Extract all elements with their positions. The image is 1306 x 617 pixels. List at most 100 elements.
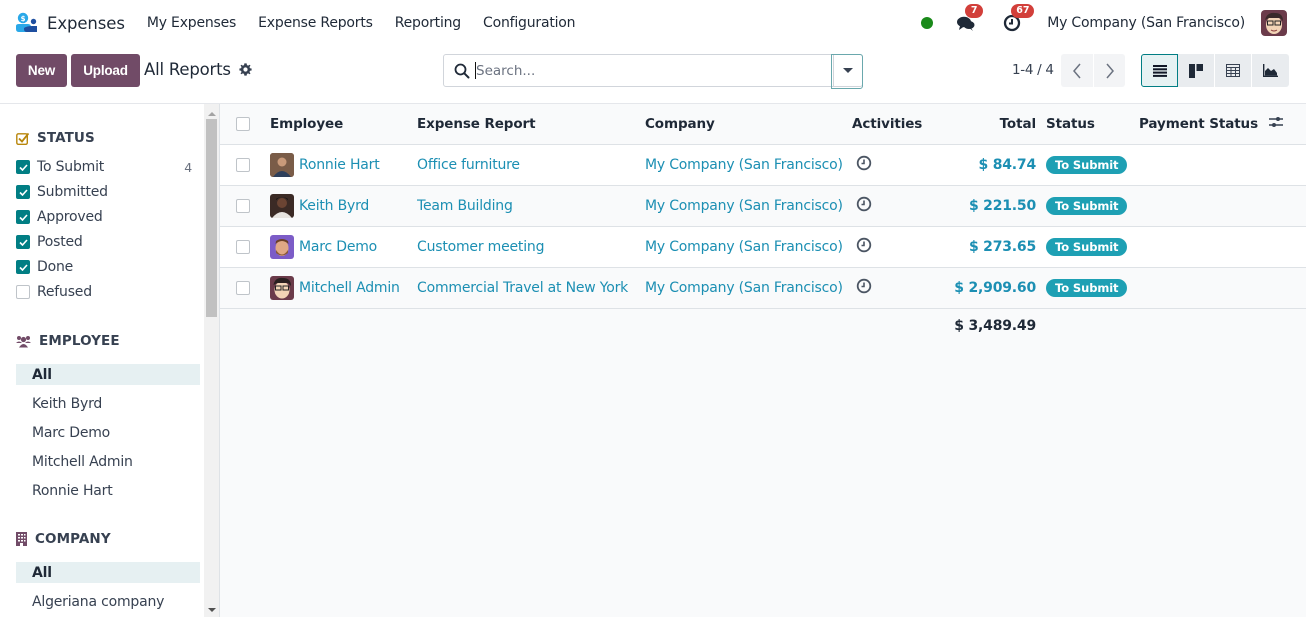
status-filter-done[interactable]: Done bbox=[16, 259, 196, 275]
checkbox-checked[interactable] bbox=[16, 260, 30, 274]
kanban-view-button[interactable] bbox=[1178, 54, 1215, 87]
scrollbar-thumb[interactable] bbox=[206, 119, 217, 317]
column-header-status[interactable]: Status bbox=[1046, 104, 1139, 145]
company-cell[interactable]: My Company (San Francisco) bbox=[645, 185, 852, 227]
pivot-view-button[interactable] bbox=[1215, 54, 1252, 87]
expense-report-cell[interactable]: Office furniture bbox=[417, 144, 645, 186]
clock-icon[interactable] bbox=[856, 278, 872, 294]
employee-filter-mitchell-admin[interactable]: Mitchell Admin bbox=[16, 451, 200, 472]
clock-icon[interactable] bbox=[856, 196, 872, 212]
expense-report-cell[interactable]: Commercial Travel at New York bbox=[417, 267, 645, 309]
clock-icon[interactable] bbox=[856, 237, 872, 253]
activities-cell[interactable] bbox=[852, 185, 952, 227]
employee-name[interactable]: Keith Byrd bbox=[299, 198, 369, 214]
select-all-checkbox[interactable] bbox=[236, 116, 250, 131]
status-filter-submitted[interactable]: Submitted bbox=[16, 184, 196, 200]
expenses-app-icon: $ bbox=[15, 12, 37, 34]
clock-icon[interactable] bbox=[856, 155, 872, 171]
table-grid-icon bbox=[1226, 64, 1240, 77]
activity-menu[interactable]: 67 bbox=[1001, 4, 1035, 34]
table-row[interactable]: Keith Byrd Team Building My Company (San… bbox=[220, 185, 1306, 227]
employee-cell[interactable]: Ronnie Hart bbox=[270, 144, 417, 186]
company-cell[interactable]: My Company (San Francisco) bbox=[645, 144, 852, 186]
scroll-up-arrow-icon[interactable] bbox=[208, 112, 216, 116]
menu-configuration[interactable]: Configuration bbox=[483, 15, 576, 31]
checkbox-checked[interactable] bbox=[16, 210, 30, 224]
employee-filter-ronnie-hart[interactable]: Ronnie Hart bbox=[16, 480, 200, 501]
row-checkbox[interactable] bbox=[236, 280, 250, 295]
column-header-company[interactable]: Company bbox=[645, 104, 852, 145]
table-row[interactable]: Marc Demo Customer meeting My Company (S… bbox=[220, 226, 1306, 268]
status-filter-refused[interactable]: Refused bbox=[16, 284, 196, 300]
employee-cell[interactable]: Mitchell Admin bbox=[270, 267, 417, 309]
list-view-button[interactable] bbox=[1141, 54, 1178, 87]
sidebar-scrollbar[interactable] bbox=[204, 104, 219, 617]
company-name[interactable]: My Company (San Francisco) bbox=[645, 157, 843, 173]
new-button[interactable]: New bbox=[16, 54, 67, 87]
activities-cell[interactable] bbox=[852, 144, 952, 186]
company-name[interactable]: My Company (San Francisco) bbox=[645, 239, 843, 255]
expense-report-name[interactable]: Office furniture bbox=[417, 157, 520, 173]
row-checkbox[interactable] bbox=[236, 239, 250, 254]
menu-my-expenses[interactable]: My Expenses bbox=[147, 15, 237, 31]
activities-cell[interactable] bbox=[852, 226, 952, 268]
employee-avatar bbox=[270, 193, 294, 218]
search-input[interactable] bbox=[476, 56, 833, 85]
table-row[interactable]: Mitchell Admin Commercial Travel at New … bbox=[220, 267, 1306, 309]
employee-filter-all[interactable]: All bbox=[16, 364, 200, 385]
column-header-payment-status[interactable]: Payment Status bbox=[1139, 104, 1269, 145]
search-options-toggle[interactable] bbox=[833, 55, 862, 86]
upload-button[interactable]: Upload bbox=[71, 54, 140, 87]
status-filter-posted[interactable]: Posted bbox=[16, 234, 196, 250]
menu-reporting[interactable]: Reporting bbox=[395, 15, 461, 31]
company-switcher[interactable]: My Company (San Francisco) bbox=[1047, 15, 1245, 31]
scroll-down-arrow-icon[interactable] bbox=[208, 608, 216, 612]
company-cell[interactable]: My Company (San Francisco) bbox=[645, 267, 852, 309]
pager-next-button[interactable] bbox=[1093, 54, 1125, 87]
employee-avatar bbox=[270, 152, 294, 177]
company-section-header: COMPANY bbox=[16, 531, 111, 547]
status-filter-approved[interactable]: Approved bbox=[16, 209, 196, 225]
menu-expense-reports[interactable]: Expense Reports bbox=[258, 15, 373, 31]
employee-filter-marc-demo[interactable]: Marc Demo bbox=[16, 422, 200, 443]
employee-name[interactable]: Mitchell Admin bbox=[299, 280, 400, 296]
checkbox-checked[interactable] bbox=[16, 235, 30, 249]
company-filter-all[interactable]: All bbox=[16, 562, 200, 583]
employee-cell[interactable]: Marc Demo bbox=[270, 226, 417, 268]
expense-report-cell[interactable]: Team Building bbox=[417, 185, 645, 227]
employee-cell[interactable]: Keith Byrd bbox=[270, 185, 417, 227]
column-header-employee[interactable]: Employee bbox=[270, 104, 417, 145]
checkbox-checked[interactable] bbox=[16, 160, 30, 174]
building-icon bbox=[16, 532, 27, 546]
expense-report-name[interactable]: Customer meeting bbox=[417, 239, 544, 255]
sliders-icon[interactable] bbox=[1269, 116, 1283, 128]
user-avatar[interactable] bbox=[1261, 10, 1287, 36]
expense-report-cell[interactable]: Customer meeting bbox=[417, 226, 645, 268]
status-filter-to-submit[interactable]: To Submit 4 bbox=[16, 159, 196, 175]
table-row[interactable]: Ronnie Hart Office furniture My Company … bbox=[220, 144, 1306, 186]
expense-report-name[interactable]: Commercial Travel at New York bbox=[417, 280, 628, 296]
company-name[interactable]: My Company (San Francisco) bbox=[645, 198, 843, 214]
pager-previous-button[interactable] bbox=[1061, 54, 1093, 87]
app-brand[interactable]: $ Expenses bbox=[15, 12, 147, 34]
company-cell[interactable]: My Company (San Francisco) bbox=[645, 226, 852, 268]
company-filter-algeriana[interactable]: Algeriana company bbox=[16, 591, 200, 612]
gear-icon[interactable] bbox=[239, 63, 252, 76]
column-header-activities[interactable]: Activities bbox=[852, 104, 952, 145]
messaging-menu[interactable]: 7 bbox=[955, 4, 984, 34]
activities-cell[interactable] bbox=[852, 267, 952, 309]
column-header-expense-report[interactable]: Expense Report bbox=[417, 104, 645, 145]
column-header-total[interactable]: Total bbox=[952, 104, 1046, 145]
expense-report-name[interactable]: Team Building bbox=[417, 198, 513, 214]
company-name[interactable]: My Company (San Francisco) bbox=[645, 280, 843, 296]
row-checkbox[interactable] bbox=[236, 157, 250, 172]
employee-name[interactable]: Ronnie Hart bbox=[299, 157, 380, 173]
row-checkbox[interactable] bbox=[236, 198, 250, 213]
graph-view-button[interactable] bbox=[1252, 54, 1289, 87]
pager-value[interactable]: 1-4 / 4 bbox=[1012, 62, 1054, 78]
optional-columns-toggle[interactable] bbox=[1269, 104, 1306, 145]
checkbox-unchecked[interactable] bbox=[16, 285, 30, 299]
employee-name[interactable]: Marc Demo bbox=[299, 239, 377, 255]
checkbox-checked[interactable] bbox=[16, 185, 30, 199]
employee-filter-keith-byrd[interactable]: Keith Byrd bbox=[16, 393, 200, 414]
